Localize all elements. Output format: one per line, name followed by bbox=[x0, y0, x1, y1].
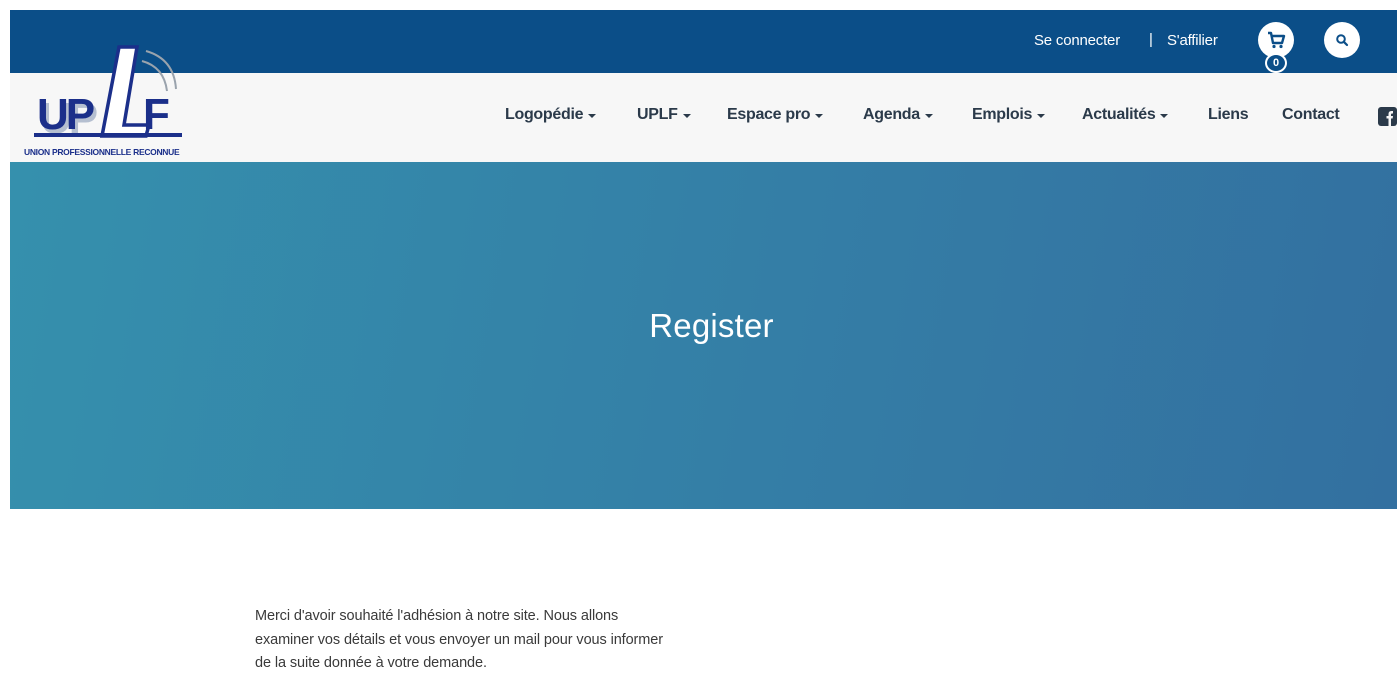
nav-item-logopedie[interactable]: Logopédie bbox=[505, 106, 597, 124]
nav-item-label: Liens bbox=[1208, 106, 1249, 123]
nav-item-liens[interactable]: Liens bbox=[1208, 106, 1249, 124]
nav-item-label: Actualités bbox=[1082, 106, 1156, 123]
cart-icon bbox=[1268, 31, 1286, 49]
login-link[interactable]: Se connecter bbox=[1034, 32, 1120, 49]
main-navbar: UP UP F UNION PROFESSIONNELLE RECONNUE L… bbox=[10, 45, 1397, 162]
page-title: Register bbox=[649, 307, 774, 344]
search-icon bbox=[1336, 34, 1349, 47]
cart-count-badge: 0 bbox=[1265, 53, 1287, 73]
caret-down-icon bbox=[682, 114, 691, 118]
link-separator: | bbox=[1149, 31, 1153, 48]
nav-item-label: Agenda bbox=[863, 106, 920, 123]
nav-item-espace-pro[interactable]: Espace pro bbox=[727, 106, 824, 124]
top-bar: Se connecter | S'affilier 0 bbox=[10, 10, 1397, 73]
nav-item-label: Logopédie bbox=[505, 106, 584, 123]
nav-item-label: Espace pro bbox=[727, 106, 811, 123]
uplf-logo[interactable]: UP UP F bbox=[24, 43, 194, 158]
search-button[interactable] bbox=[1324, 22, 1360, 58]
svg-text:UP: UP bbox=[37, 90, 94, 139]
caret-down-icon bbox=[1160, 114, 1169, 118]
registration-message: Merci d'avoir souhaité l'adhésion à notr… bbox=[255, 605, 755, 676]
nav-item-label: Contact bbox=[1282, 106, 1340, 123]
message-line: examiner vos détails et vous envoyer un … bbox=[255, 631, 663, 648]
logo-tagline: UNION PROFESSIONNELLE RECONNUE bbox=[24, 147, 180, 157]
nav-item-agenda[interactable]: Agenda bbox=[863, 106, 933, 124]
page: Se connecter | S'affilier 0 UP UP F UNIO… bbox=[10, 10, 1397, 688]
hero-banner: Register bbox=[10, 162, 1397, 509]
message-line: de la suite donnée à votre demande. bbox=[255, 655, 487, 671]
svg-text:F: F bbox=[143, 90, 170, 139]
caret-down-icon bbox=[588, 114, 597, 118]
nav-item-label: Emplois bbox=[972, 106, 1033, 123]
nav-item-contact[interactable]: Contact bbox=[1282, 106, 1340, 124]
caret-down-icon bbox=[815, 114, 824, 118]
nav-item-uplf[interactable]: UPLF bbox=[637, 106, 691, 124]
caret-down-icon bbox=[1037, 114, 1046, 118]
nav-item-label: UPLF bbox=[637, 106, 678, 123]
nav-item-emplois[interactable]: Emplois bbox=[972, 106, 1046, 124]
caret-down-icon bbox=[924, 114, 933, 118]
message-line: Merci d'avoir souhaité l'adhésion à notr… bbox=[255, 608, 619, 624]
nav-item-actualites[interactable]: Actualités bbox=[1082, 106, 1169, 124]
facebook-icon[interactable] bbox=[1378, 107, 1397, 126]
affiliate-link[interactable]: S'affilier bbox=[1167, 32, 1218, 49]
